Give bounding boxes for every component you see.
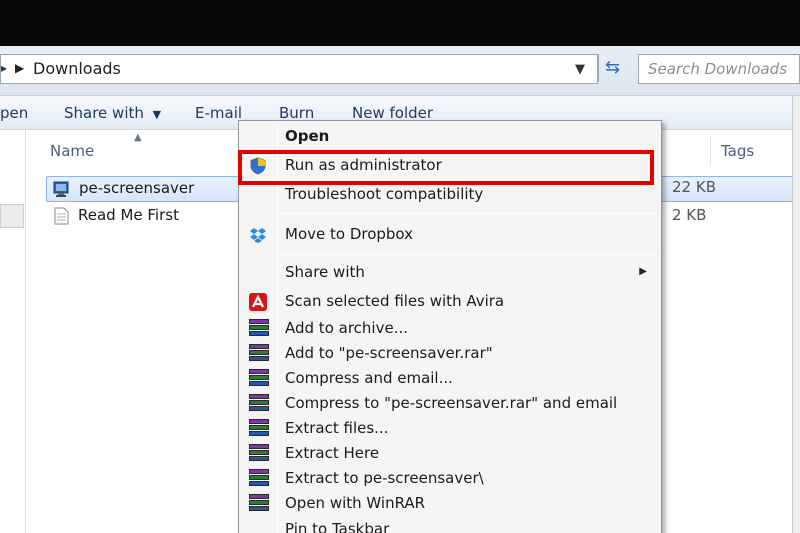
- submenu-arrow-icon: ▶: [639, 266, 647, 277]
- menu-item-open-with-winrar[interactable]: Open with WinRAR: [239, 491, 661, 516]
- menu-item-scan-avira[interactable]: Scan selected files with Avira: [239, 289, 661, 314]
- menu-item-label: Scan selected files with Avira: [285, 292, 505, 310]
- executable-icon: [53, 181, 69, 197]
- winrar-icon: [249, 444, 269, 463]
- winrar-icon: [249, 419, 269, 438]
- menu-item-share-with[interactable]: Share with ▶: [239, 260, 661, 285]
- menu-item-add-to-archive[interactable]: Add to archive...: [239, 316, 661, 341]
- menu-item-add-to-rar[interactable]: Add to "pe-screensaver.rar": [239, 341, 661, 366]
- menu-separator: [279, 254, 657, 255]
- address-dropdown-icon[interactable]: ▼: [575, 62, 585, 77]
- file-size: 2 KB: [672, 206, 707, 224]
- winrar-icon: [249, 394, 269, 413]
- avira-icon: [249, 293, 267, 311]
- menu-item-label: Extract files...: [285, 419, 389, 437]
- file-row[interactable]: Read Me First: [46, 204, 246, 230]
- menu-item-label: Open: [285, 127, 330, 145]
- text-document-icon: [54, 207, 69, 225]
- menu-item-label: Add to "pe-screensaver.rar": [285, 344, 493, 362]
- file-name: Read Me First: [78, 206, 179, 224]
- address-bar-area: ▸ ▶ Downloads ▼ ⇆ Search Downloads: [0, 46, 800, 96]
- winrar-icon: [249, 494, 269, 513]
- search-placeholder: Search Downloads: [648, 60, 788, 78]
- menu-item-troubleshoot-compatibility[interactable]: Troubleshoot compatibility: [239, 182, 661, 207]
- breadcrumb-downloads[interactable]: Downloads: [33, 59, 121, 78]
- menu-item-label: Share with: [285, 263, 365, 281]
- menu-item-label: Add to archive...: [285, 319, 408, 337]
- menu-item-open[interactable]: Open: [239, 124, 661, 149]
- search-input[interactable]: Search Downloads: [638, 54, 800, 84]
- dropbox-icon: [250, 228, 266, 243]
- file-row[interactable]: pe-screensaver: [46, 176, 246, 202]
- file-name: pe-screensaver: [79, 179, 195, 197]
- file-size: 22 KB: [672, 178, 716, 196]
- scrollbar[interactable]: [792, 96, 800, 533]
- breadcrumb-chevron-icon[interactable]: ▶: [15, 61, 24, 75]
- nav-selected-item[interactable]: [0, 204, 24, 228]
- menu-item-label: Compress to "pe-screensaver.rar" and ema…: [285, 394, 618, 412]
- menu-item-extract-files[interactable]: Extract files...: [239, 416, 661, 441]
- menu-separator: [279, 213, 657, 214]
- menu-item-move-to-dropbox[interactable]: Move to Dropbox: [239, 222, 661, 247]
- winrar-icon: [249, 344, 269, 363]
- refresh-icon[interactable]: ⇆: [598, 54, 626, 82]
- highlight-annotation: [238, 150, 654, 185]
- menu-item-label: Open with WinRAR: [285, 494, 426, 512]
- column-divider[interactable]: [710, 136, 711, 166]
- menu-item-label: Extract Here: [285, 444, 380, 462]
- menu-item-label: Extract to pe-screensaver\: [285, 469, 484, 487]
- menu-item-label: Move to Dropbox: [285, 225, 414, 243]
- winrar-icon: [249, 469, 269, 488]
- menu-item-label: Compress and email...: [285, 369, 453, 387]
- menu-item-extract-here[interactable]: Extract Here: [239, 441, 661, 466]
- navigation-pane[interactable]: [0, 130, 26, 533]
- address-bar[interactable]: ▸ ▶ Downloads ▼: [0, 54, 598, 84]
- menu-item-label: Pin to Taskbar: [285, 520, 390, 533]
- window-title-area: [0, 0, 800, 46]
- menu-item-compress-and-email[interactable]: Compress and email...: [239, 366, 661, 391]
- winrar-icon: [249, 369, 269, 388]
- chevron-down-icon: ▼: [152, 108, 162, 121]
- column-header-name[interactable]: Name: [50, 142, 94, 160]
- email-button[interactable]: E-mail: [195, 104, 242, 122]
- share-with-label: Share with: [64, 104, 144, 122]
- breadcrumb-chevron-icon[interactable]: ▸: [1, 61, 7, 75]
- sort-ascending-icon: ▲: [134, 132, 142, 143]
- menu-item-label: Troubleshoot compatibility: [285, 185, 484, 203]
- menu-item-pin-to-taskbar[interactable]: Pin to Taskbar: [239, 517, 661, 533]
- column-header-tags[interactable]: Tags: [721, 142, 754, 160]
- winrar-icon: [249, 319, 269, 338]
- open-button[interactable]: pen: [0, 104, 28, 122]
- menu-item-compress-to-rar-and-email[interactable]: Compress to "pe-screensaver.rar" and ema…: [239, 391, 661, 416]
- menu-item-extract-to-folder[interactable]: Extract to pe-screensaver\: [239, 466, 661, 491]
- share-with-button[interactable]: Share with ▼: [64, 104, 161, 122]
